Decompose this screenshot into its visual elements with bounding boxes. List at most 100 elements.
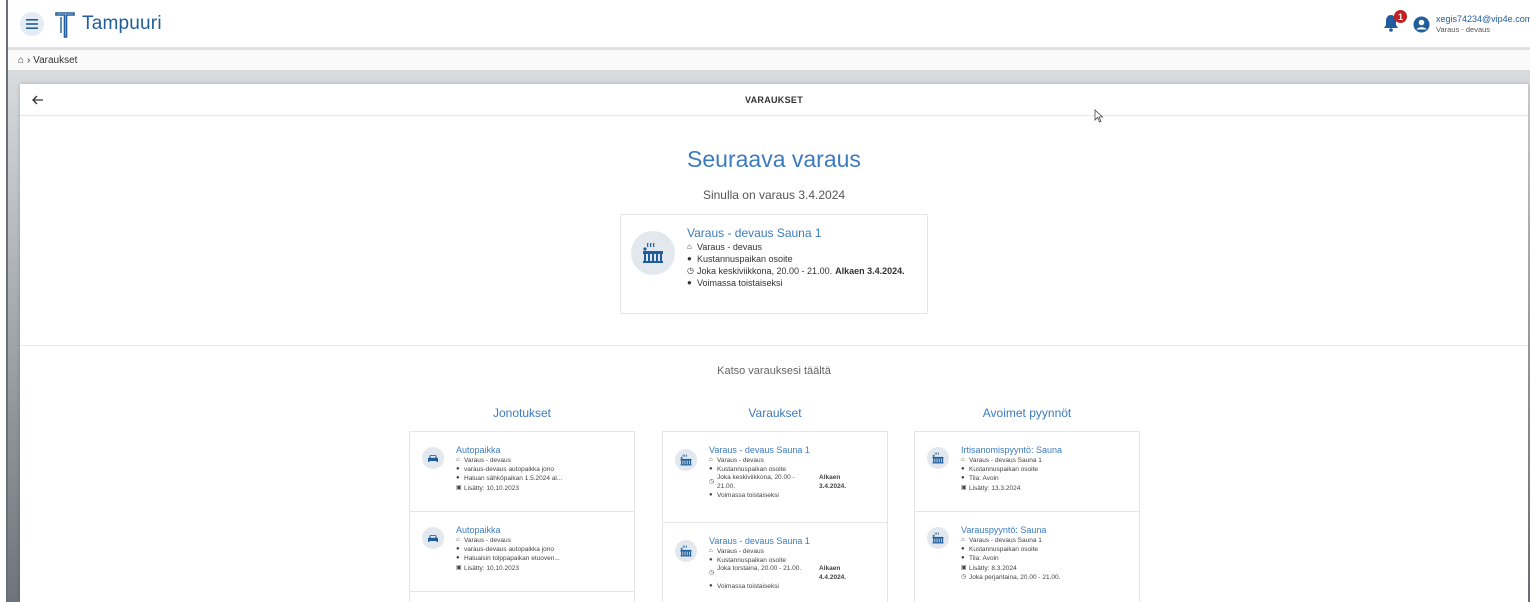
info-icon: ● bbox=[456, 555, 460, 562]
user-subtitle: Varaus - devaus bbox=[1436, 25, 1491, 34]
queue-item-title[interactable]: Autopaikka bbox=[456, 444, 562, 456]
queue-item-location: Varaus - devaus bbox=[464, 457, 511, 464]
queue-item-note-line: ● Haluaisin tolppapaikan etuoven... bbox=[456, 554, 560, 563]
booking-item-title[interactable]: Varaus - devaus Sauna 1 bbox=[709, 535, 859, 547]
arrow-left-icon bbox=[32, 95, 43, 105]
tab-queue[interactable]: Jonotukset bbox=[409, 406, 635, 420]
app-logo[interactable]: Tampuuri bbox=[54, 9, 162, 39]
booking-item-validity: Voimassa toistaiseksi bbox=[717, 492, 779, 500]
booking-item-start: Alkaen 4.4.2024. bbox=[819, 565, 847, 581]
sauna-icon bbox=[927, 447, 949, 469]
booking-item-title[interactable]: Varaus - devaus Sauna 1 bbox=[709, 444, 859, 456]
car-icon bbox=[422, 527, 444, 549]
queue-item-location-line: ⌂ Varaus - devaus bbox=[456, 456, 562, 465]
panel-title: VARAUKSET bbox=[744, 94, 804, 105]
request-item-status-line: ● Tila: Avoin bbox=[961, 474, 1062, 483]
home-icon: ⌂ bbox=[709, 548, 713, 554]
booking-item-address-line: ● Kustannuspaikan osoite bbox=[709, 556, 859, 565]
queue-item-queue: varaus-devaus autopaikka jono bbox=[464, 466, 554, 474]
request-item-time-line: ◷ Joka perjantaina, 20.00 - 21.00. bbox=[961, 573, 1060, 582]
request-item-title[interactable]: Irtisanomispyyntö: Sauna bbox=[961, 444, 1062, 456]
car-icon bbox=[422, 447, 444, 469]
next-booking-card[interactable]: Varaus - devaus Sauna 1 ⌂ Varaus - devaus… bbox=[620, 214, 928, 314]
booking-item-details: Varaus - devaus Sauna 1 ⌂ Varaus - devaus… bbox=[709, 535, 859, 592]
home-icon: ⌂ bbox=[961, 537, 965, 543]
top-bar: Tampuuri 1 xegis74234@vip4e.com Varaus -… bbox=[8, 0, 1530, 48]
next-booking-address: Kustannuspaikan osoite bbox=[697, 254, 793, 264]
tab-bookings[interactable]: Varaukset bbox=[662, 406, 888, 420]
info-icon: ● bbox=[456, 546, 460, 553]
clock-icon: ◷ bbox=[709, 570, 715, 577]
home-icon: ⌂ bbox=[709, 457, 713, 463]
queue-item-note-line: ● Haluan sähköpaikan 1.5.2024 al... bbox=[456, 474, 562, 483]
calendar-icon: ▣ bbox=[456, 484, 462, 491]
queue-item-location: Varaus - devaus bbox=[464, 537, 511, 544]
home-icon: ⌂ bbox=[687, 242, 692, 251]
mouse-pointer-icon bbox=[1094, 109, 1104, 123]
info-icon: ● bbox=[456, 475, 460, 482]
list-item[interactable]: Irtisanomispyyntö: Sauna ⌂ Varaus - devau… bbox=[915, 432, 1139, 512]
map-pin-icon: ● bbox=[687, 254, 692, 263]
sauna-icon bbox=[675, 540, 697, 562]
booking-item-validity: Voimassa toistaiseksi bbox=[717, 583, 779, 591]
request-item-address: Kustannuspaikan osoite bbox=[969, 466, 1039, 474]
request-item-address: Kustannuspaikan osoite bbox=[969, 546, 1039, 554]
sauna-icon bbox=[927, 527, 949, 549]
home-icon[interactable]: ⌂ bbox=[18, 55, 24, 66]
queue-item-queue: varaus-devaus autopaikka jono bbox=[464, 546, 554, 554]
app-name: Tampuuri bbox=[82, 12, 162, 34]
booking-item-location: Varaus - devaus bbox=[717, 457, 764, 464]
booking-item-time-line: ◷ Joka keskiviikkona, 20.00 - 21.00. Alkae… bbox=[709, 474, 859, 491]
request-item-title[interactable]: Varauspyyntö: Sauna bbox=[961, 524, 1060, 536]
queue-item-title[interactable]: Autopaikka bbox=[456, 524, 560, 536]
queue-item-note: Haluaisin tolppapaikan etuoven... bbox=[464, 555, 560, 563]
next-booking-details: Varaus - devaus Sauna 1 ⌂ Varaus - devaus… bbox=[687, 225, 905, 289]
list-item[interactable]: Varaus - devaus Sauna 1 ⌂ Varaus - devaus… bbox=[663, 523, 887, 602]
queue-list: Autopaikka ⌂ Varaus - devaus ● varaus-deva… bbox=[409, 431, 635, 602]
list-item[interactable]: Autopaikka ⌂ Varaus - devaus ● varaus-deva… bbox=[410, 432, 634, 512]
next-booking-address-line: ● Kustannuspaikan osoite bbox=[687, 253, 905, 265]
back-button[interactable] bbox=[28, 90, 48, 110]
bookings-list: Varaus - devaus Sauna 1 ⌂ Varaus - devaus… bbox=[662, 431, 888, 602]
request-item-added: Lisätty: 8.3.2024 bbox=[969, 564, 1017, 572]
booking-item-validity-line: ● Voimassa toistaiseksi bbox=[709, 491, 859, 500]
next-booking-time: Joka keskiviikkona, 20.00 - 21.00. bbox=[697, 266, 833, 276]
sauna-icon bbox=[631, 231, 675, 275]
breadcrumb-current: Varaukset bbox=[33, 54, 78, 66]
info-icon: ● bbox=[961, 555, 965, 562]
list-item[interactable]: Varaus - devaus Sauna 1 ⌂ Varaus - devaus… bbox=[663, 432, 887, 523]
list-item[interactable]: Varauspyyntö: Sauna ⌂ Varaus - devaus Sau… bbox=[915, 512, 1139, 602]
request-item-added: Lisätty: 13.3.2024 bbox=[969, 484, 1021, 492]
request-item-status-line: ● Tila: Avoin bbox=[961, 554, 1060, 563]
booking-item-time: Joka keskiviikkona, 20.00 - 21.00. bbox=[717, 474, 795, 490]
tab-requests[interactable]: Avoimet pyynnöt bbox=[914, 406, 1140, 420]
booking-item-details: Varaus - devaus Sauna 1 ⌂ Varaus - devaus… bbox=[709, 444, 859, 501]
booking-item-location-line: ⌂ Varaus - devaus bbox=[709, 547, 859, 556]
queue-item-queue-line: ● varaus-devaus autopaikka jono bbox=[456, 545, 560, 554]
next-booking-validity: Voimassa toistaiseksi bbox=[697, 278, 783, 288]
clock-icon: ◷ bbox=[687, 266, 694, 275]
next-booking-start: Alkaen 3.4.2024. bbox=[835, 266, 905, 276]
request-item-target: Varaus - devaus Sauna 1 bbox=[969, 457, 1042, 464]
bookings-panel: VARAUKSET Seuraava varaus Sinulla on var… bbox=[20, 84, 1528, 602]
queue-item-added: Lisätty: 10.10.2023 bbox=[464, 484, 519, 492]
request-item-time: Joka perjantaina, 20.00 - 21.00. bbox=[969, 573, 1061, 581]
user-area: 1 xegis74234@vip4e.com Varaus - devaus bbox=[1383, 0, 1530, 48]
request-item-target: Varaus - devaus Sauna 1 bbox=[969, 537, 1042, 544]
menu-button[interactable] bbox=[20, 11, 44, 36]
notifications-button[interactable]: 1 bbox=[1383, 10, 1407, 34]
request-item-address-line: ● Kustannuspaikan osoite bbox=[961, 545, 1060, 554]
booking-item-start: Alkaen 3.4.2024. bbox=[819, 474, 847, 490]
user-circle-icon[interactable] bbox=[1413, 16, 1430, 33]
next-booking-heading: Seuraava varaus bbox=[687, 146, 861, 172]
next-booking-validity-line: ● Voimassa toistaiseksi bbox=[687, 277, 905, 289]
list-item[interactable]: Autopaikka ⌂ Varaus - devaus ● varaus-deva… bbox=[410, 512, 634, 592]
next-booking-title[interactable]: Varaus - devaus Sauna 1 bbox=[687, 225, 905, 241]
panel-header: VARAUKSET bbox=[20, 84, 1528, 123]
info-icon: ● bbox=[709, 583, 713, 590]
next-booking-location-line: ⌂ Varaus - devaus bbox=[687, 241, 905, 253]
booking-item-address: Kustannuspaikan osoite bbox=[717, 466, 787, 474]
request-item-added-line: ▣ Lisätty: 13.3.2024 bbox=[961, 484, 1062, 493]
user-menu[interactable]: xegis74234@vip4e.com Varaus - devaus bbox=[1436, 13, 1530, 35]
breadcrumb: ⌂ › Varaukset bbox=[8, 50, 1530, 70]
